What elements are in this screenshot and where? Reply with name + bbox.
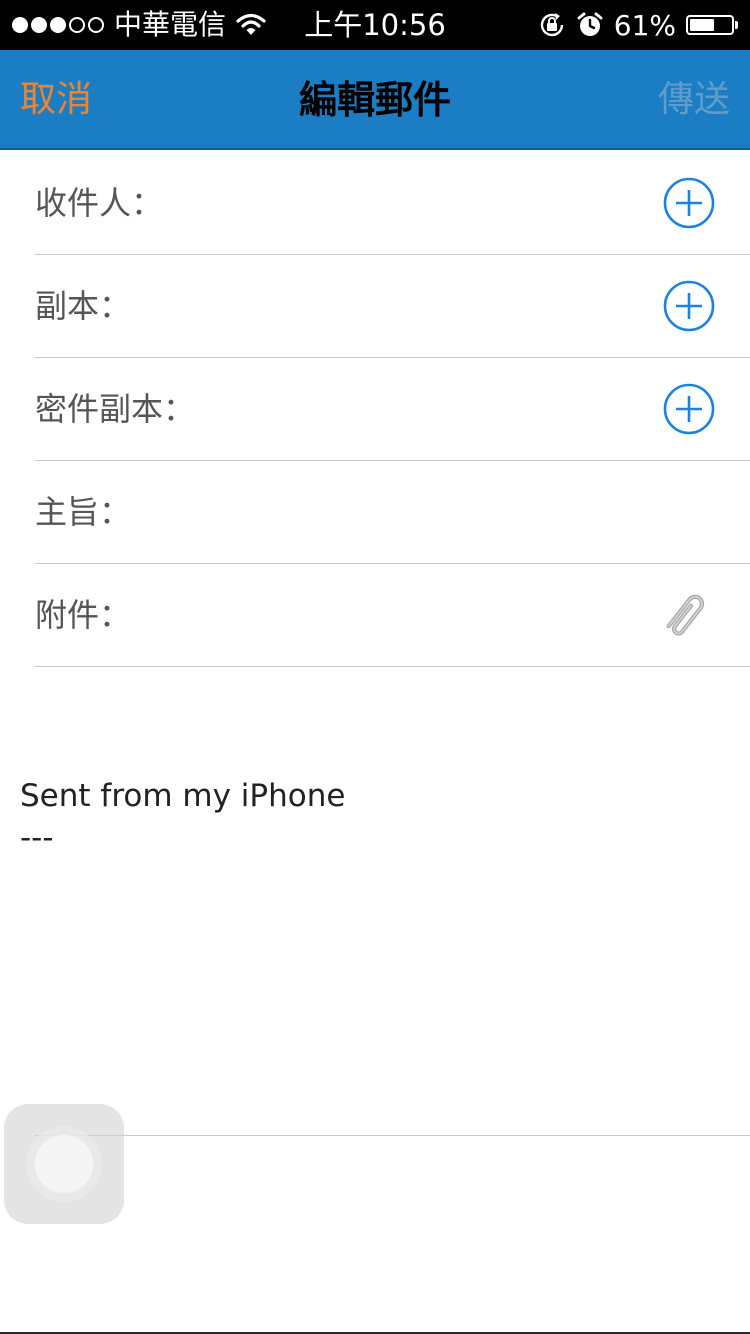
assistive-touch-button[interactable] [4, 1104, 124, 1224]
subject-field[interactable]: 主旨： [35, 461, 750, 564]
attachment-field[interactable]: 附件： [35, 564, 750, 667]
alarm-icon [577, 12, 603, 36]
navigation-bar: 取消 編輯郵件 傳送 [0, 50, 750, 150]
body-divider [35, 1135, 750, 1136]
carrier-name: 中華電信 [114, 8, 227, 41]
orientation-lock-icon [540, 13, 563, 37]
to-label: 收件人： [35, 184, 164, 222]
subject-label: 主旨： [35, 493, 132, 531]
mail-compose-screen: 中華電信 上午10:56 61% 取消 編輯郵件 傳送 收件人： 副本： 密件副… [0, 0, 750, 1334]
cc-label: 副本： [35, 287, 132, 325]
to-field[interactable]: 收件人： [35, 152, 750, 255]
status-bar: 中華電信 上午10:56 61% [0, 0, 750, 50]
message-body[interactable]: Sent from my iPhone --- [20, 775, 345, 859]
bcc-field[interactable]: 密件副本： [35, 358, 750, 461]
attachment-label: 附件： [35, 596, 132, 634]
add-cc-icon[interactable] [663, 280, 715, 332]
wifi-icon [236, 13, 266, 35]
bcc-label: 密件副本： [35, 390, 196, 428]
add-recipient-icon[interactable] [663, 177, 715, 229]
send-button[interactable]: 傳送 [658, 50, 730, 150]
status-bar-left: 中華電信 [12, 7, 266, 43]
battery-percent: 61% [613, 8, 676, 42]
page-title: 編輯郵件 [298, 78, 451, 122]
cancel-button[interactable]: 取消 [20, 50, 92, 150]
add-bcc-icon[interactable] [663, 383, 715, 435]
cc-field[interactable]: 副本： [35, 255, 750, 358]
status-bar-right: 61% [538, 7, 738, 43]
signal-strength-icon [12, 17, 104, 33]
assistive-touch-inner-circle [35, 1135, 93, 1193]
paperclip-icon[interactable] [658, 586, 712, 644]
battery-icon [686, 15, 738, 35]
